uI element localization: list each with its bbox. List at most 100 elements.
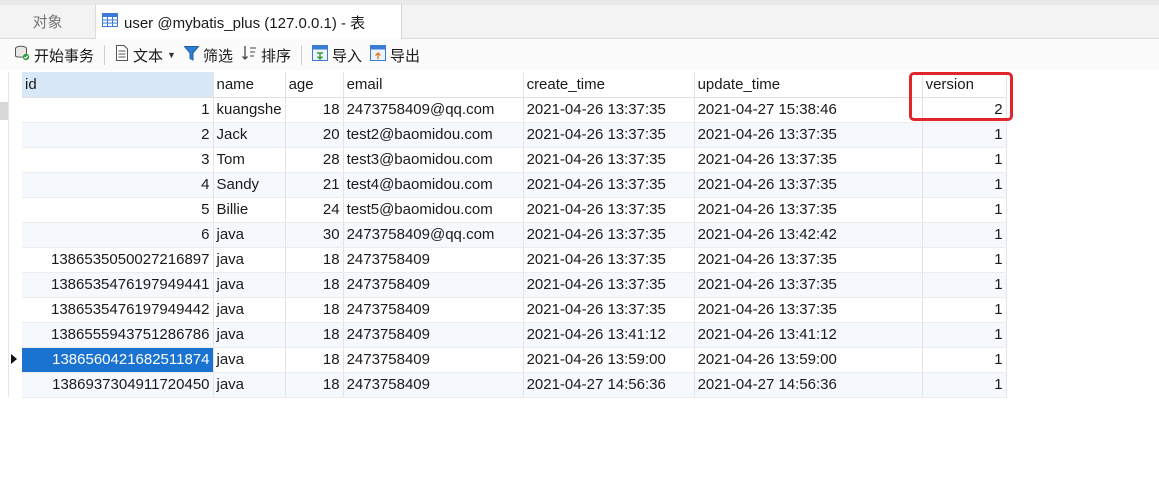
table-cell-create-time[interactable]: 2021-04-26 13:37:35 [523, 147, 695, 173]
tab-user-table[interactable]: user @mybatis_plus (127.0.0.1) - 表 [96, 5, 402, 39]
table-cell-id[interactable]: 1386937304911720450 [22, 372, 214, 398]
table-cell-create-time[interactable]: 2021-04-26 13:37:35 [523, 272, 695, 298]
table-cell-email[interactable]: 2473758409@qq.com [343, 222, 524, 248]
table-cell-version[interactable]: 1 [922, 272, 1007, 298]
table-cell-id[interactable]: 1 [22, 97, 214, 123]
table-cell-email[interactable]: test2@baomidou.com [343, 122, 524, 148]
table-cell-age[interactable]: 18 [285, 97, 344, 123]
table-cell-age[interactable]: 18 [285, 347, 344, 373]
table-cell-name[interactable]: java [213, 372, 286, 398]
table-cell-update-time[interactable]: 2021-04-26 13:37:35 [694, 297, 923, 323]
tab-objects[interactable]: 对象 [0, 5, 96, 38]
table-cell-email[interactable]: 2473758409@qq.com [343, 97, 524, 123]
table-cell-id[interactable]: 1386560421682511874 [22, 347, 214, 373]
table-row[interactable]: 1 kuangshe 18 2473758409@qq.com 2021-04-26 1… [22, 97, 1007, 123]
table-cell-update-time[interactable]: 2021-04-27 15:38:46 [694, 97, 923, 123]
table-cell-email[interactable]: 2473758409 [343, 322, 524, 348]
table-row[interactable]: 6 java 30 2473758409@qq.com 2021-04-26 13:37… [22, 222, 1007, 248]
table-cell-age[interactable]: 18 [285, 272, 344, 298]
table-cell-name[interactable]: java [213, 247, 286, 273]
table-cell-id[interactable]: 1386555943751286786 [22, 322, 214, 348]
table-cell-email[interactable]: 2473758409 [343, 297, 524, 323]
table-cell-version[interactable]: 1 [922, 172, 1007, 198]
table-cell-name[interactable]: kuangshe [213, 97, 286, 123]
table-cell-id[interactable]: 3 [22, 147, 214, 173]
table-row[interactable]: 4 Sandy 21 test4@baomidou.com 2021-04-26 13:… [22, 172, 1007, 198]
table-cell-update-time[interactable]: 2021-04-26 13:37:35 [694, 122, 923, 148]
table-cell-name[interactable]: Jack [213, 122, 286, 148]
table-cell-id[interactable]: 1386535476197949441 [22, 272, 214, 298]
table-row[interactable]: 2 Jack 20 test2@baomidou.com 2021-04-26 13:3… [22, 122, 1007, 148]
table-cell-id[interactable]: 2 [22, 122, 214, 148]
table-cell-name[interactable]: java [213, 272, 286, 298]
table-cell-id[interactable]: 5 [22, 197, 214, 223]
table-cell-email[interactable]: 2473758409 [343, 347, 524, 373]
table-cell-age[interactable]: 20 [285, 122, 344, 148]
table-cell-create-time[interactable]: 2021-04-26 13:37:35 [523, 97, 695, 123]
column-header-create-time[interactable]: create_time [523, 72, 695, 98]
table-cell-version[interactable]: 1 [922, 197, 1007, 223]
table-row[interactable]: 1386937304911720450 java 18 2473758409 2021-… [22, 372, 1007, 398]
column-header-age[interactable]: age [285, 72, 344, 98]
table-cell-version[interactable]: 1 [922, 222, 1007, 248]
table-cell-name[interactable]: java [213, 297, 286, 323]
table-cell-age[interactable]: 24 [285, 197, 344, 223]
table-cell-name[interactable]: Tom [213, 147, 286, 173]
table-row[interactable]: 5 Billie 24 test5@baomidou.com 2021-04-26 13… [22, 197, 1007, 223]
table-cell-id[interactable]: 1386535050027216897 [22, 247, 214, 273]
table-cell-version[interactable]: 1 [922, 372, 1007, 398]
table-row[interactable]: 3 Tom 28 test3@baomidou.com 2021-04-26 13:37… [22, 147, 1007, 173]
table-cell-email[interactable]: test5@baomidou.com [343, 197, 524, 223]
table-cell-create-time[interactable]: 2021-04-26 13:41:12 [523, 322, 695, 348]
table-cell-version[interactable]: 1 [922, 247, 1007, 273]
table-cell-name[interactable]: java [213, 322, 286, 348]
table-cell-update-time[interactable]: 2021-04-26 13:41:12 [694, 322, 923, 348]
table-cell-create-time[interactable]: 2021-04-26 13:37:35 [523, 222, 695, 248]
table-cell-update-time[interactable]: 2021-04-26 13:37:35 [694, 172, 923, 198]
chevron-down-icon[interactable]: ▼ [167, 50, 176, 60]
table-cell-age[interactable]: 18 [285, 247, 344, 273]
table-cell-version[interactable]: 1 [922, 322, 1007, 348]
table-cell-create-time[interactable]: 2021-04-26 13:37:35 [523, 172, 695, 198]
table-cell-create-time[interactable]: 2021-04-26 13:37:35 [523, 122, 695, 148]
column-header-name[interactable]: name [213, 72, 286, 98]
table-cell-create-time[interactable]: 2021-04-26 13:59:00 [523, 347, 695, 373]
table-cell-update-time[interactable]: 2021-04-27 14:56:36 [694, 372, 923, 398]
table-cell-create-time[interactable]: 2021-04-26 13:37:35 [523, 247, 695, 273]
table-cell-email[interactable]: test4@baomidou.com [343, 172, 524, 198]
table-cell-update-time[interactable]: 2021-04-26 13:37:35 [694, 247, 923, 273]
table-cell-age[interactable]: 28 [285, 147, 344, 173]
table-row[interactable]: 1386560421682511874 java 18 2473758409 2021-… [22, 347, 1007, 373]
table-cell-age[interactable]: 30 [285, 222, 344, 248]
table-cell-name[interactable]: Sandy [213, 172, 286, 198]
table-cell-version[interactable]: 1 [922, 147, 1007, 173]
table-cell-update-time[interactable]: 2021-04-26 13:37:35 [694, 147, 923, 173]
table-cell-create-time[interactable]: 2021-04-26 13:37:35 [523, 297, 695, 323]
table-cell-create-time[interactable]: 2021-04-27 14:56:36 [523, 372, 695, 398]
table-cell-create-time[interactable]: 2021-04-26 13:37:35 [523, 197, 695, 223]
table-cell-update-time[interactable]: 2021-04-26 13:42:42 [694, 222, 923, 248]
table-cell-age[interactable]: 18 [285, 372, 344, 398]
text-view-button[interactable]: 文本 ▼ [111, 42, 180, 68]
table-cell-version[interactable]: 2 [922, 97, 1007, 123]
table-row[interactable]: 1386535050027216897 java 18 2473758409 2021-… [22, 247, 1007, 273]
table-row[interactable]: 1386535476197949442 java 18 2473758409 2021-… [22, 297, 1007, 323]
table-cell-update-time[interactable]: 2021-04-26 13:59:00 [694, 347, 923, 373]
table-cell-update-time[interactable]: 2021-04-26 13:37:35 [694, 272, 923, 298]
table-cell-id[interactable]: 4 [22, 172, 214, 198]
import-button[interactable]: 导入 [308, 42, 366, 68]
table-cell-version[interactable]: 1 [922, 347, 1007, 373]
table-cell-id[interactable]: 1386535476197949442 [22, 297, 214, 323]
table-cell-age[interactable]: 18 [285, 322, 344, 348]
table-cell-name[interactable]: java [213, 222, 286, 248]
table-cell-update-time[interactable]: 2021-04-26 13:37:35 [694, 197, 923, 223]
table-cell-email[interactable]: test3@baomidou.com [343, 147, 524, 173]
filter-button[interactable]: 筛选 [180, 42, 237, 68]
table-cell-email[interactable]: 2473758409 [343, 372, 524, 398]
begin-transaction-button[interactable]: 开始事务 [10, 42, 98, 68]
column-header-id[interactable]: id [22, 72, 214, 98]
table-cell-email[interactable]: 2473758409 [343, 272, 524, 298]
table-cell-version[interactable]: 1 [922, 297, 1007, 323]
table-cell-name[interactable]: java [213, 347, 286, 373]
column-header-version[interactable]: version [922, 72, 1007, 98]
